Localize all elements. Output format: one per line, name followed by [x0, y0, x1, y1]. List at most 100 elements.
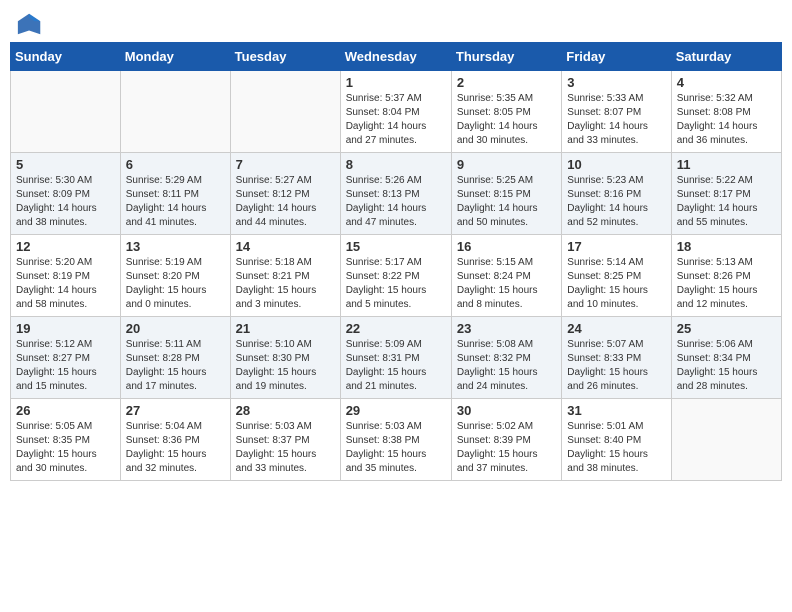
- calendar-cell: 29 Sunrise: 5:03 AM Sunset: 8:38 PM Dayli…: [340, 399, 451, 481]
- day-number: 13: [126, 239, 225, 254]
- calendar-cell: 31Sunrise: 5:01 AM Sunset: 8:40 PM Dayli…: [562, 399, 671, 481]
- day-info: Sunrise: 5:08 AM Sunset: 8:32 PM Dayligh…: [457, 338, 556, 394]
- day-number: 30: [457, 403, 556, 418]
- day-info: Sunrise: 5:18 AM Sunset: 8:21 PM Dayligh…: [236, 256, 335, 312]
- day-number: 24: [567, 321, 665, 336]
- day-info: Sunrise: 5:12 AM Sunset: 8:27 PM Dayligh…: [16, 338, 115, 394]
- calendar-cell: 9 Sunrise: 5:25 AM Sunset: 8:15 PM Daylig…: [451, 153, 561, 235]
- day-info: Sunrise: 5:30 AM Sunset: 8:09 PM Dayligh…: [16, 174, 115, 230]
- calendar-cell: 1 Sunrise: 5:37 AM Sunset: 8:04 PM Daylig…: [340, 71, 451, 153]
- day-info: Sunrise: 5:10 AM Sunset: 8:30 PM Dayligh…: [236, 338, 335, 394]
- calendar-cell: [230, 71, 340, 153]
- weekday-header-sunday: Sunday: [11, 43, 121, 71]
- day-number: 2: [457, 75, 556, 90]
- day-number: 9: [457, 157, 556, 172]
- day-number: 10: [567, 157, 665, 172]
- day-info: Sunrise: 5:15 AM Sunset: 8:24 PM Dayligh…: [457, 256, 556, 312]
- day-info: Sunrise: 5:04 AM Sunset: 8:36 PM Dayligh…: [126, 420, 225, 476]
- calendar-cell: 3 Sunrise: 5:33 AM Sunset: 8:07 PM Daylig…: [562, 71, 671, 153]
- calendar-cell: 16 Sunrise: 5:15 AM Sunset: 8:24 PM Dayli…: [451, 235, 561, 317]
- day-number: 16: [457, 239, 556, 254]
- day-number: 17: [567, 239, 665, 254]
- day-number: 3: [567, 75, 665, 90]
- calendar-week-row: 26Sunrise: 5:05 AM Sunset: 8:35 PM Dayli…: [11, 399, 782, 481]
- day-info: Sunrise: 5:03 AM Sunset: 8:38 PM Dayligh…: [346, 420, 446, 476]
- day-info: Sunrise: 5:25 AM Sunset: 8:15 PM Dayligh…: [457, 174, 556, 230]
- day-number: 1: [346, 75, 446, 90]
- calendar-cell: 11 Sunrise: 5:22 AM Sunset: 8:17 PM Dayli…: [671, 153, 781, 235]
- day-number: 6: [126, 157, 225, 172]
- day-number: 11: [677, 157, 776, 172]
- weekday-header-tuesday: Tuesday: [230, 43, 340, 71]
- logo-icon: [16, 10, 44, 38]
- page-header: [10, 10, 782, 34]
- day-info: Sunrise: 5:01 AM Sunset: 8:40 PM Dayligh…: [567, 420, 665, 476]
- day-info: Sunrise: 5:17 AM Sunset: 8:22 PM Dayligh…: [346, 256, 446, 312]
- calendar-cell: [120, 71, 230, 153]
- calendar-week-row: 12Sunrise: 5:20 AM Sunset: 8:19 PM Dayli…: [11, 235, 782, 317]
- calendar-cell: 19 Sunrise: 5:12 AM Sunset: 8:27 PM Dayli…: [11, 317, 121, 399]
- calendar-cell: 28Sunrise: 5:03 AM Sunset: 8:37 PM Dayli…: [230, 399, 340, 481]
- calendar-cell: 22 Sunrise: 5:09 AM Sunset: 8:31 PM Dayli…: [340, 317, 451, 399]
- day-number: 7: [236, 157, 335, 172]
- day-number: 5: [16, 157, 115, 172]
- calendar-table: SundayMondayTuesdayWednesdayThursdayFrid…: [10, 42, 782, 481]
- calendar-cell: 7 Sunrise: 5:27 AM Sunset: 8:12 PM Daylig…: [230, 153, 340, 235]
- calendar-cell: [11, 71, 121, 153]
- weekday-header-wednesday: Wednesday: [340, 43, 451, 71]
- day-info: Sunrise: 5:22 AM Sunset: 8:17 PM Dayligh…: [677, 174, 776, 230]
- calendar-cell: 15 Sunrise: 5:17 AM Sunset: 8:22 PM Dayli…: [340, 235, 451, 317]
- day-info: Sunrise: 5:27 AM Sunset: 8:12 PM Dayligh…: [236, 174, 335, 230]
- calendar-cell: 24 Sunrise: 5:07 AM Sunset: 8:33 PM Dayli…: [562, 317, 671, 399]
- weekday-header-monday: Monday: [120, 43, 230, 71]
- day-info: Sunrise: 5:05 AM Sunset: 8:35 PM Dayligh…: [16, 420, 115, 476]
- day-number: 28: [236, 403, 335, 418]
- calendar-cell: 13 Sunrise: 5:19 AM Sunset: 8:20 PM Dayli…: [120, 235, 230, 317]
- day-info: Sunrise: 5:29 AM Sunset: 8:11 PM Dayligh…: [126, 174, 225, 230]
- weekday-header-friday: Friday: [562, 43, 671, 71]
- calendar-cell: 2 Sunrise: 5:35 AM Sunset: 8:05 PM Daylig…: [451, 71, 561, 153]
- calendar-cell: [671, 399, 781, 481]
- day-info: Sunrise: 5:35 AM Sunset: 8:05 PM Dayligh…: [457, 92, 556, 148]
- day-info: Sunrise: 5:19 AM Sunset: 8:20 PM Dayligh…: [126, 256, 225, 312]
- day-info: Sunrise: 5:23 AM Sunset: 8:16 PM Dayligh…: [567, 174, 665, 230]
- logo: [14, 10, 44, 34]
- calendar-cell: 21 Sunrise: 5:10 AM Sunset: 8:30 PM Dayli…: [230, 317, 340, 399]
- day-info: Sunrise: 5:13 AM Sunset: 8:26 PM Dayligh…: [677, 256, 776, 312]
- day-number: 4: [677, 75, 776, 90]
- weekday-header-thursday: Thursday: [451, 43, 561, 71]
- calendar-cell: 26Sunrise: 5:05 AM Sunset: 8:35 PM Dayli…: [11, 399, 121, 481]
- day-number: 21: [236, 321, 335, 336]
- calendar-cell: 18 Sunrise: 5:13 AM Sunset: 8:26 PM Dayli…: [671, 235, 781, 317]
- day-number: 12: [16, 239, 115, 254]
- calendar-cell: 14Sunrise: 5:18 AM Sunset: 8:21 PM Dayli…: [230, 235, 340, 317]
- calendar-cell: 12Sunrise: 5:20 AM Sunset: 8:19 PM Dayli…: [11, 235, 121, 317]
- calendar-cell: 23Sunrise: 5:08 AM Sunset: 8:32 PM Dayli…: [451, 317, 561, 399]
- calendar-cell: 6 Sunrise: 5:29 AM Sunset: 8:11 PM Daylig…: [120, 153, 230, 235]
- day-info: Sunrise: 5:32 AM Sunset: 8:08 PM Dayligh…: [677, 92, 776, 148]
- day-number: 18: [677, 239, 776, 254]
- day-number: 29: [346, 403, 446, 418]
- calendar-header-row: SundayMondayTuesdayWednesdayThursdayFrid…: [11, 43, 782, 71]
- day-number: 22: [346, 321, 446, 336]
- day-info: Sunrise: 5:07 AM Sunset: 8:33 PM Dayligh…: [567, 338, 665, 394]
- weekday-header-saturday: Saturday: [671, 43, 781, 71]
- calendar-week-row: 1 Sunrise: 5:37 AM Sunset: 8:04 PM Daylig…: [11, 71, 782, 153]
- day-number: 25: [677, 321, 776, 336]
- day-info: Sunrise: 5:37 AM Sunset: 8:04 PM Dayligh…: [346, 92, 446, 148]
- day-number: 15: [346, 239, 446, 254]
- day-info: Sunrise: 5:33 AM Sunset: 8:07 PM Dayligh…: [567, 92, 665, 148]
- day-info: Sunrise: 5:02 AM Sunset: 8:39 PM Dayligh…: [457, 420, 556, 476]
- day-number: 20: [126, 321, 225, 336]
- calendar-cell: 10 Sunrise: 5:23 AM Sunset: 8:16 PM Dayli…: [562, 153, 671, 235]
- day-number: 19: [16, 321, 115, 336]
- calendar-cell: 27Sunrise: 5:04 AM Sunset: 8:36 PM Dayli…: [120, 399, 230, 481]
- calendar-cell: 20 Sunrise: 5:11 AM Sunset: 8:28 PM Dayli…: [120, 317, 230, 399]
- day-info: Sunrise: 5:06 AM Sunset: 8:34 PM Dayligh…: [677, 338, 776, 394]
- calendar-cell: 5 Sunrise: 5:30 AM Sunset: 8:09 PM Daylig…: [11, 153, 121, 235]
- day-info: Sunrise: 5:11 AM Sunset: 8:28 PM Dayligh…: [126, 338, 225, 394]
- calendar-cell: 30 Sunrise: 5:02 AM Sunset: 8:39 PM Dayli…: [451, 399, 561, 481]
- day-info: Sunrise: 5:09 AM Sunset: 8:31 PM Dayligh…: [346, 338, 446, 394]
- day-number: 8: [346, 157, 446, 172]
- day-info: Sunrise: 5:14 AM Sunset: 8:25 PM Dayligh…: [567, 256, 665, 312]
